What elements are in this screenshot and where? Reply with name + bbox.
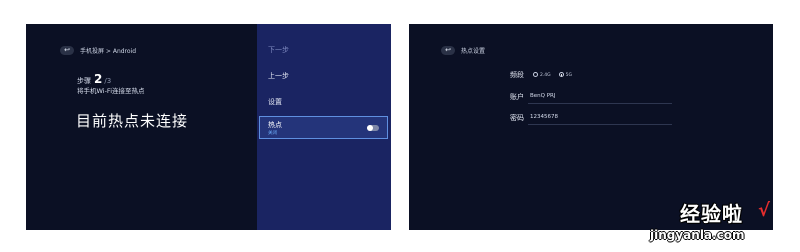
password-underline xyxy=(528,124,672,125)
back-arrow-icon: ↩ xyxy=(445,46,451,54)
step-total: /3 xyxy=(104,77,112,85)
checkmark-icon: √ xyxy=(758,200,771,221)
band-selector: 2.4G 5G xyxy=(533,72,572,78)
band-option-24g[interactable]: 2.4G xyxy=(533,72,551,78)
step-current: 2 xyxy=(94,72,103,86)
right-header: ↩ 热点设置 xyxy=(441,46,485,55)
account-underline xyxy=(528,103,672,104)
prev-step-button[interactable]: 上一步 xyxy=(268,71,289,81)
back-button[interactable]: ↩ xyxy=(441,46,455,55)
password-field[interactable]: 12345678 xyxy=(530,114,558,120)
hotspot-label: 热点 xyxy=(268,121,282,129)
band-option-5g[interactable]: 5G xyxy=(558,72,572,78)
watermark-url: jingyanla.com xyxy=(650,228,745,242)
watermark-title: 经验啦 xyxy=(680,202,743,226)
next-step-button[interactable]: 下一步 xyxy=(268,45,289,55)
hotspot-toggle-item[interactable]: 热点 关闭 xyxy=(259,116,388,139)
account-field[interactable]: BenQ PRJ xyxy=(530,93,555,99)
instruction-text: 将手机Wi-Fi连接至热点 xyxy=(77,87,145,95)
step-prefix: 步骤 xyxy=(77,77,91,85)
password-label: 密码 xyxy=(510,114,524,122)
connection-status: 目前热点未连接 xyxy=(76,112,189,130)
radio-checked-icon xyxy=(558,72,564,77)
left-header: ↩ 手机投屏 > Android xyxy=(60,46,136,55)
step-indicator: 步骤 2/3 xyxy=(77,72,111,86)
radio-icon xyxy=(533,72,538,77)
side-menu: 下一步 上一步 设置 热点 关闭 xyxy=(257,24,391,230)
breadcrumb: 手机投屏 > Android xyxy=(80,48,137,55)
hotspot-switch[interactable] xyxy=(367,125,379,131)
settings-button[interactable]: 设置 xyxy=(268,97,282,107)
band-label: 频段 xyxy=(510,71,524,79)
back-button[interactable]: ↩ xyxy=(60,46,74,55)
watermark: 经验啦 √ jingyanla.com xyxy=(650,198,795,248)
switch-knob xyxy=(367,125,373,131)
account-label: 账户 xyxy=(510,93,524,101)
back-arrow-icon: ↩ xyxy=(64,46,70,54)
page-title: 热点设置 xyxy=(461,48,486,55)
hotspot-state: 关闭 xyxy=(268,131,277,136)
left-screen: ↩ 手机投屏 > Android 步骤 2/3 将手机Wi-Fi连接至热点 目前热… xyxy=(26,24,391,230)
